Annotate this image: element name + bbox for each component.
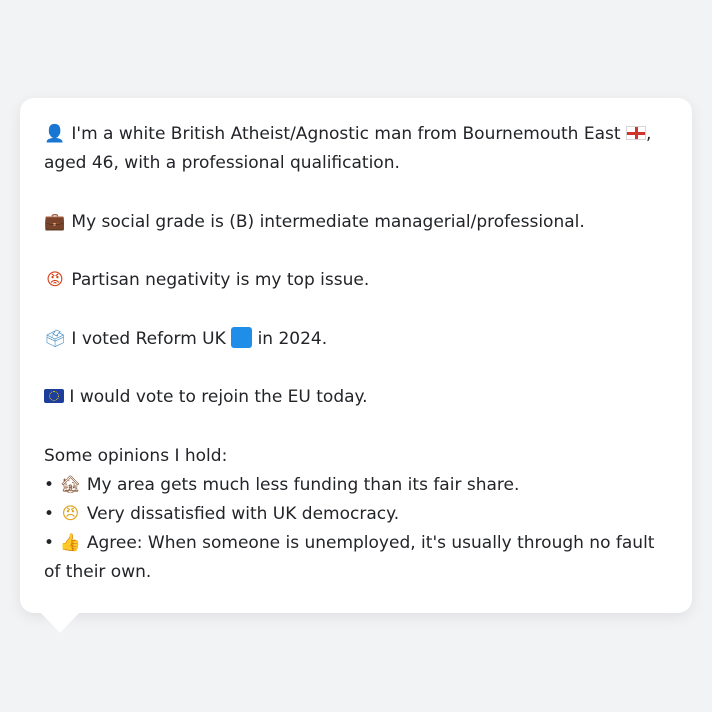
eu-text: I would vote to rejoin the EU today. <box>69 387 368 407</box>
bullet: • <box>44 532 55 553</box>
vote-text: I voted Reform UK <box>71 328 226 349</box>
blue-square-icon <box>231 326 253 348</box>
opinion-item: • 👍 Agree: When someone is unemployed, i… <box>44 529 668 587</box>
bullet: • <box>44 503 55 524</box>
social-grade-line: 💼 My social grade is (B) intermediate ma… <box>44 208 668 237</box>
persona-message-bubble: 👤 I'm a white British Atheist/Agnostic m… <box>20 98 692 613</box>
vote-line: 🗳 I voted Reform UK in 2024. <box>44 325 668 354</box>
vote-year-text: in 2024. <box>257 328 328 349</box>
bullet: • <box>44 474 55 495</box>
top-issue-line: 😡 Partisan negativity is my top issue. <box>44 266 668 295</box>
eu-line: I would vote to rejoin the EU today. <box>44 383 668 412</box>
angry-face-icon: 😡 <box>46 270 64 290</box>
opinion-text: Very dissatisfied with UK democracy. <box>86 503 400 524</box>
opinion-item: • 😠 Very dissatisfied with UK democracy. <box>44 500 668 529</box>
briefcase-icon: 💼 <box>44 211 66 232</box>
opinions-header: Some opinions I hold: <box>44 445 228 466</box>
ballot-box-icon: 🗳 <box>44 328 66 349</box>
pouting-face-icon: 😠 <box>61 503 80 524</box>
intro-text: I'm a white British Atheist/Agnostic man… <box>71 124 621 144</box>
opinion-text: Agree: When someone is unemployed, it's … <box>44 532 655 582</box>
eu-flag-icon <box>44 389 64 403</box>
opinion-text: My area gets much less funding than its … <box>86 474 520 495</box>
england-flag-icon <box>625 126 646 140</box>
person-silhouette-icon: 👤 <box>44 124 66 144</box>
derelict-house-icon: 🏚 <box>59 474 82 495</box>
bubble-tail <box>40 612 80 633</box>
thumbs-up-icon: 👍 <box>59 532 82 553</box>
intro-line: 👤 I'm a white British Atheist/Agnostic m… <box>44 120 668 178</box>
social-grade-text: My social grade is (B) intermediate mana… <box>71 211 585 232</box>
top-issue-text: Partisan negativity is my top issue. <box>71 270 370 290</box>
opinion-item: • 🏚 My area gets much less funding than … <box>44 471 668 500</box>
